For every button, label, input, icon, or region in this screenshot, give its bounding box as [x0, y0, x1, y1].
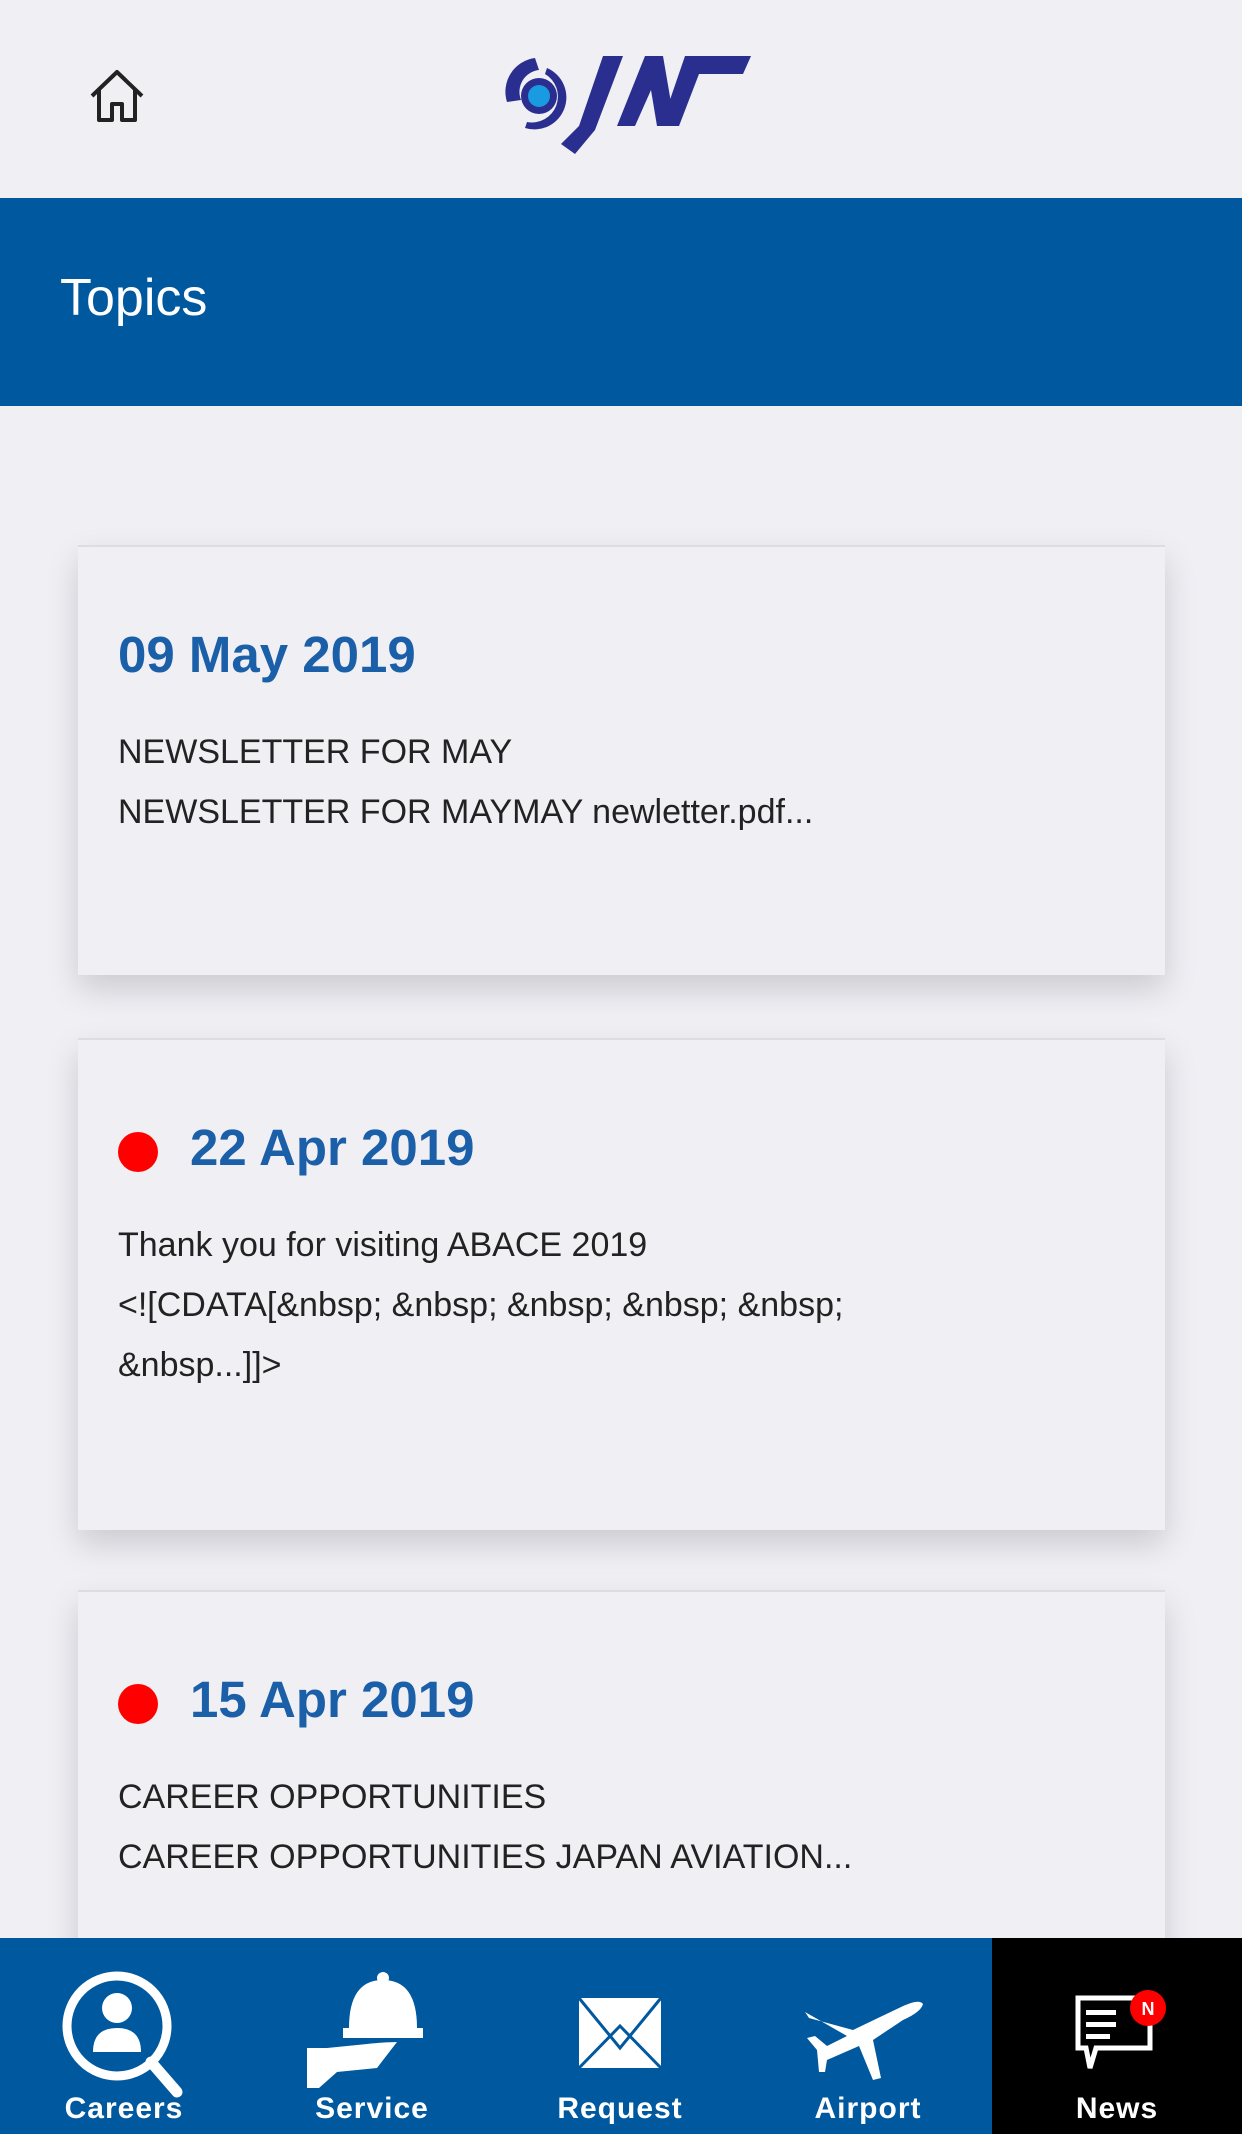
- topic-summary: NEWSLETTER FOR MAY NEWSLETTER FOR MAYMAY…: [118, 733, 814, 831]
- topic-date: 09 May 2019: [118, 626, 416, 683]
- topic-date: 22 Apr 2019: [190, 1119, 475, 1176]
- envelope-icon: [577, 1997, 663, 2070]
- tab-label: Request: [557, 2092, 683, 2125]
- airplane-icon: [805, 2001, 923, 2080]
- page-title: Topics: [60, 269, 208, 327]
- tab-label: Careers: [64, 2092, 184, 2125]
- home-icon[interactable]: [86, 66, 148, 126]
- unread-dot: [118, 1684, 158, 1724]
- topic-card[interactable]: 15 Apr 2019 CAREER OPPORTUNITIES CAREER …: [78, 1590, 1165, 1990]
- jas-logo: [505, 56, 751, 154]
- topic-card[interactable]: 22 Apr 2019 Thank you for visiting ABACE…: [78, 1038, 1165, 1530]
- topics-title-bar: Topics: [0, 198, 1242, 406]
- tab-request[interactable]: Request: [496, 1938, 744, 2134]
- topic-date: 15 Apr 2019: [190, 1671, 475, 1728]
- tab-label: News: [1075, 2092, 1159, 2125]
- tab-service[interactable]: Service: [248, 1938, 496, 2134]
- service-cloche-icon: [307, 1972, 423, 2088]
- bottom-tab-bar: Careers Service Request Airport N News: [0, 1938, 1242, 2134]
- tab-careers[interactable]: Careers: [0, 1938, 248, 2134]
- news-chat-icon: N: [1075, 1990, 1166, 2069]
- app-header: [0, 0, 1242, 198]
- tab-airport[interactable]: Airport: [744, 1938, 992, 2134]
- topic-summary: Thank you for visiting ABACE 2019 <![CDA…: [118, 1226, 844, 1384]
- news-badge: N: [1142, 1999, 1155, 2019]
- tab-label: Airport: [814, 2092, 922, 2125]
- tab-label: Service: [315, 2092, 429, 2125]
- tab-news[interactable]: N News: [992, 1938, 1242, 2134]
- careers-search-person-icon: [62, 1971, 183, 2098]
- topic-card[interactable]: 09 May 2019 NEWSLETTER FOR MAY NEWSLETTE…: [78, 545, 1165, 975]
- unread-dot: [118, 1132, 158, 1172]
- topic-summary: CAREER OPPORTUNITIES CAREER OPPORTUNITIE…: [118, 1778, 853, 1876]
